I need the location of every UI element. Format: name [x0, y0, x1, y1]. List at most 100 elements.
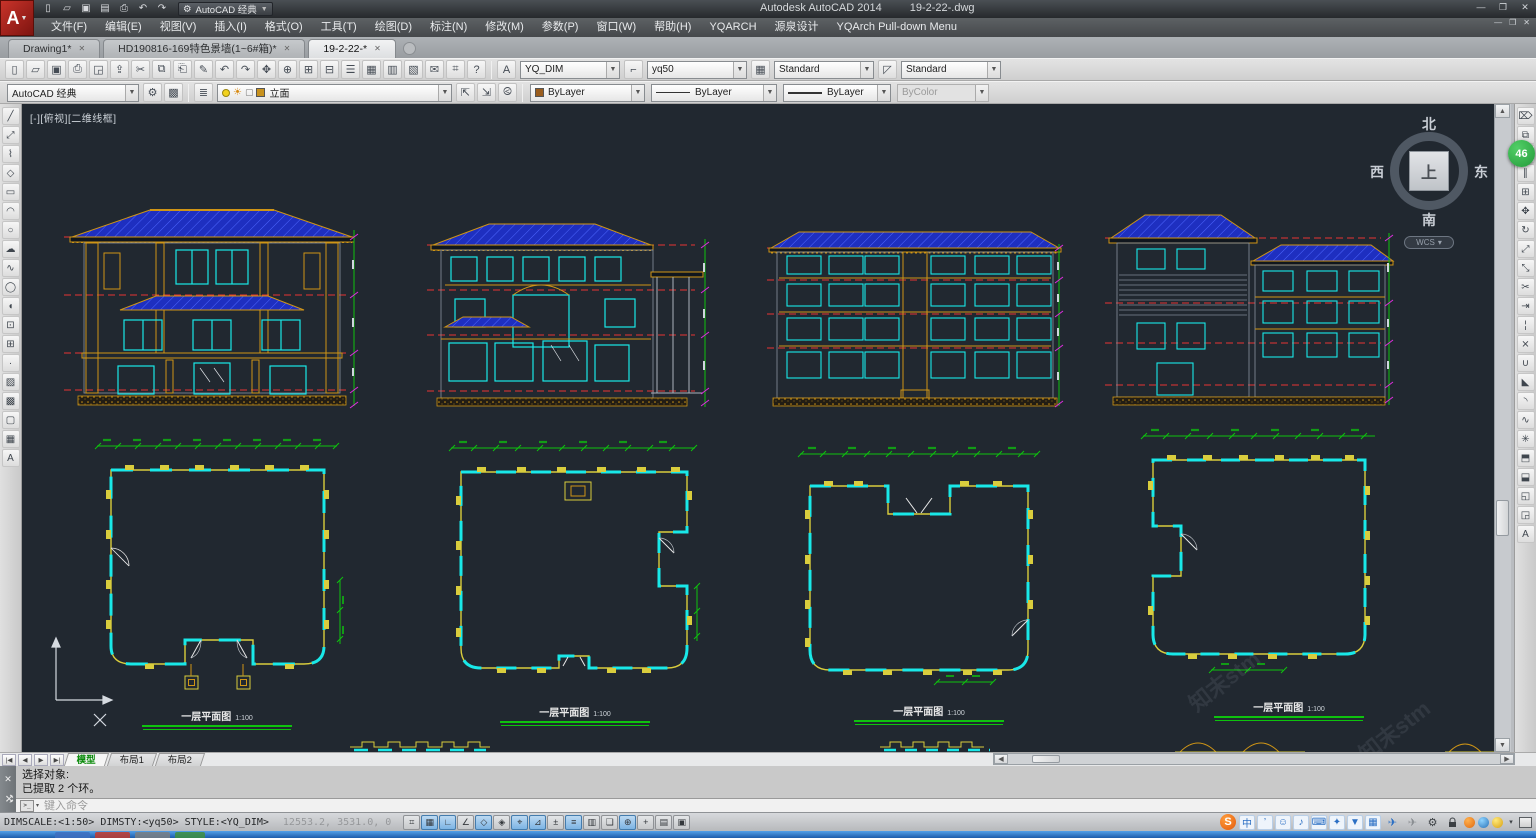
new-icon[interactable]: ▯	[40, 2, 56, 16]
menu-item[interactable]: 窗口(W)	[587, 18, 645, 37]
stretch-icon[interactable]: ⤡	[1517, 259, 1535, 277]
tab-nav-button[interactable]: |◀	[2, 754, 16, 766]
tab-nav-button[interactable]: ◀	[18, 754, 32, 766]
tab-layout2[interactable]: 布局2	[155, 753, 206, 766]
chamfer-icon[interactable]: ◣	[1517, 373, 1535, 391]
scale-icon[interactable]: ⤢	[1517, 240, 1535, 258]
workspace-settings-icon[interactable]: ⚙	[143, 83, 162, 102]
otrack-toggle[interactable]: ⌖	[511, 815, 528, 830]
menu-item[interactable]: 源泉设计	[766, 18, 828, 37]
quick-view-toggle[interactable]: ▣	[673, 815, 690, 830]
menu-item[interactable]: 工具(T)	[312, 18, 366, 37]
redo-icon[interactable]: ↷	[154, 2, 170, 16]
linetype-select[interactable]: ByLayer ▼	[651, 84, 777, 102]
horizontal-scroll-thumb[interactable]	[1032, 755, 1060, 763]
break-at-point-icon[interactable]: ¦	[1517, 316, 1535, 334]
match-properties-icon[interactable]: ✎	[194, 60, 213, 79]
layer-lock-icon[interactable]: ▢	[245, 87, 254, 98]
viewcube-north[interactable]: 北	[1422, 114, 1436, 132]
floor-plan-drawing-2[interactable]	[437, 436, 712, 698]
tool-palettes-icon[interactable]: ▥	[383, 60, 402, 79]
selection-cycling-toggle[interactable]: ⊕	[619, 815, 636, 830]
mleader-style-icon[interactable]: ◸	[878, 60, 897, 79]
scroll-right-icon[interactable]: ▶	[1500, 754, 1514, 764]
vertical-scrollbar[interactable]: ▲ ▼	[1494, 104, 1511, 752]
quickcalc-icon[interactable]: ⌗	[446, 60, 465, 79]
viewcube-ring[interactable]: 上	[1390, 132, 1468, 210]
fillet-icon[interactable]: ◝	[1517, 392, 1535, 410]
windows-taskbar[interactable]	[0, 831, 1536, 838]
zoom-window-icon[interactable]: ⊞	[299, 60, 318, 79]
floor-plan-drawing-1[interactable]	[85, 430, 350, 702]
region-icon[interactable]: ▢	[2, 411, 20, 429]
chevron-down-icon[interactable]: ▾	[36, 802, 39, 809]
layer-tool-button[interactable]: ⧀	[498, 83, 517, 102]
ellipse-icon[interactable]: ◯	[2, 278, 20, 296]
move-icon[interactable]: ✥	[1517, 202, 1535, 220]
tab-close-icon[interactable]: ✕	[78, 40, 85, 58]
ime-logo-icon[interactable]: S	[1220, 814, 1236, 830]
elevation-drawing-3[interactable]	[765, 222, 1065, 410]
redo-icon[interactable]: ↷	[236, 60, 255, 79]
ime-toolbox-icon[interactable]: ✦	[1329, 815, 1345, 830]
tab-nav-button[interactable]: ▶	[34, 754, 48, 766]
ime-voice-icon[interactable]: ♪	[1293, 815, 1309, 830]
rotate-icon[interactable]: ↻	[1517, 221, 1535, 239]
menu-item[interactable]: 格式(O)	[256, 18, 312, 37]
tab-model[interactable]: 模型	[64, 753, 109, 766]
saveas-icon[interactable]: ▤	[97, 2, 113, 16]
bring-above-icon[interactable]: ◱	[1517, 487, 1535, 505]
menu-item[interactable]: 编辑(E)	[96, 18, 151, 37]
open-icon[interactable]: ▱	[59, 2, 75, 16]
table-icon[interactable]: ▦	[2, 430, 20, 448]
taskbar-item[interactable]	[175, 832, 205, 838]
join-icon[interactable]: ∪	[1517, 354, 1535, 372]
designcenter-icon[interactable]: ▦	[362, 60, 381, 79]
wcs-dropdown[interactable]: WCS ▾	[1404, 236, 1454, 249]
save-workspace-icon[interactable]: ▩	[164, 83, 183, 102]
menu-item[interactable]: 修改(M)	[476, 18, 533, 37]
plot-icon[interactable]: ⎙	[68, 60, 87, 79]
lineweight-toggle[interactable]: ≡	[565, 815, 582, 830]
tab-nav-button[interactable]: ▶|	[50, 754, 64, 766]
erase-icon[interactable]: ⌦	[1517, 107, 1535, 125]
paste-icon[interactable]: ⎗	[173, 60, 192, 79]
file-tab-19-2-22[interactable]: 19-2-22-* ✕	[308, 39, 395, 58]
scroll-up-icon[interactable]: ▲	[1495, 104, 1510, 118]
lineweight-select[interactable]: ByLayer ▼	[783, 84, 891, 102]
send-to-back-icon[interactable]: ⬓	[1517, 468, 1535, 486]
dim-style-select[interactable]: yq50 ▼	[647, 61, 747, 79]
rectangle-icon[interactable]: ▭	[2, 183, 20, 201]
file-tab-hd190816[interactable]: HD190816-169特色景墙(1~6#箱)* ✕	[103, 39, 305, 58]
copy-clip-icon[interactable]: ⧉	[152, 60, 171, 79]
application-menu-button[interactable]: A▼	[0, 0, 34, 36]
bring-to-front-icon[interactable]: ⬒	[1517, 449, 1535, 467]
taskbar-item[interactable]	[55, 832, 90, 838]
elevation-drawing-4[interactable]	[1103, 203, 1395, 410]
dim-style-icon[interactable]: ⌐	[624, 60, 643, 79]
ime-keyboard-icon[interactable]: ⌨	[1311, 815, 1327, 830]
zoom-previous-icon[interactable]: ⊟	[320, 60, 339, 79]
viewport-controls[interactable]: [-][俯视][二维线框]	[30, 110, 117, 125]
scroll-left-icon[interactable]: ◀	[994, 754, 1008, 764]
plot-preview-icon[interactable]: ◲	[89, 60, 108, 79]
doc-minimize-icon[interactable]: —	[1494, 18, 1502, 27]
elevation-drawing-1[interactable]	[62, 200, 362, 413]
color-select[interactable]: ByLayer ▼	[530, 84, 645, 102]
menu-item[interactable]: 插入(I)	[205, 18, 255, 37]
save-icon[interactable]: ▣	[78, 2, 94, 16]
layer-tool-button[interactable]: ⇱	[456, 83, 475, 102]
mleader-style-select[interactable]: Standard ▼	[901, 61, 1001, 79]
gradient-icon[interactable]: ▩	[2, 392, 20, 410]
save-icon[interactable]: ▣	[47, 60, 66, 79]
polar-toggle[interactable]: ∠	[457, 815, 474, 830]
point-icon[interactable]: ·	[2, 354, 20, 372]
polygon-icon[interactable]: ◇	[2, 164, 20, 182]
extend-icon[interactable]: ⇥	[1517, 297, 1535, 315]
taskbar-item[interactable]	[135, 832, 170, 838]
new-tab-button[interactable]	[403, 42, 416, 55]
help-icon[interactable]: ?	[467, 60, 486, 79]
close-icon[interactable]: ✕	[1518, 2, 1532, 13]
layer-properties-icon[interactable]: ≣	[194, 83, 213, 102]
workspace-switcher[interactable]: ⚙ AutoCAD 经典 ▼	[178, 2, 273, 16]
